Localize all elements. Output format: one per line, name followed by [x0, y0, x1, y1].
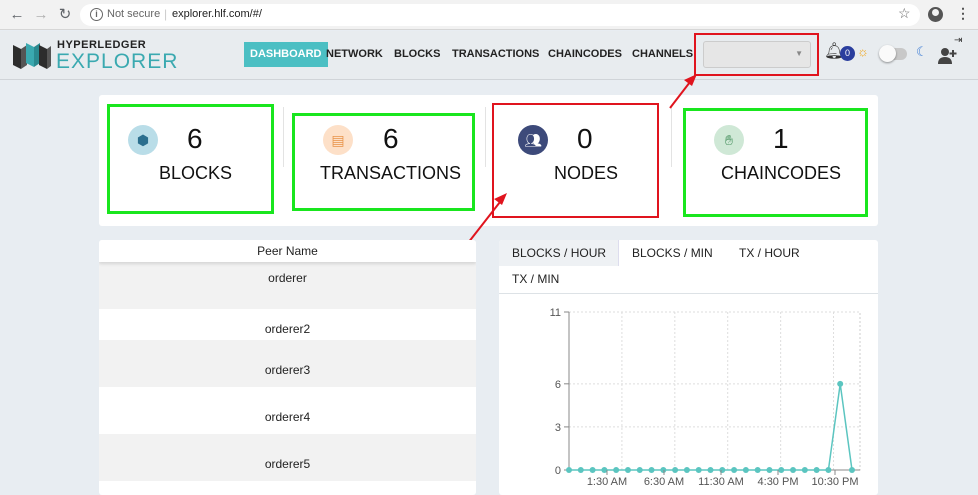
peer-name-header[interactable]: Peer Name: [99, 240, 476, 262]
